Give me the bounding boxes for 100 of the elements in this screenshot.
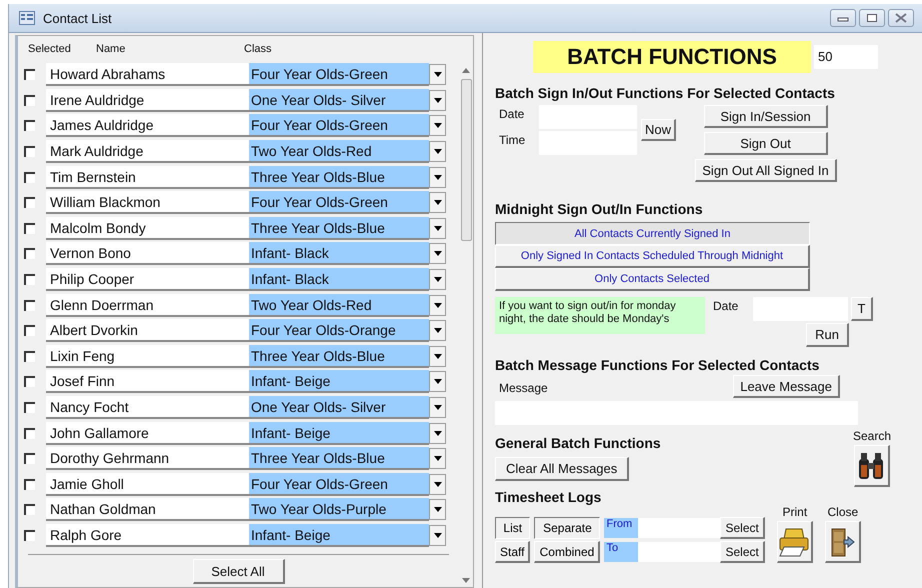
option-button[interactable]: Only Contacts Selected <box>495 268 810 291</box>
clear-messages-button[interactable]: Clear All Messages <box>495 457 630 481</box>
dropdown-button[interactable] <box>429 371 446 392</box>
class-dropdown[interactable]: Three Year Olds-Blue <box>249 216 429 240</box>
dropdown-button[interactable] <box>429 294 446 316</box>
now-button[interactable]: Now <box>641 119 676 141</box>
name-field[interactable]: Mark Auldridge <box>46 140 249 164</box>
checkbox[interactable] <box>24 300 35 311</box>
class-dropdown[interactable]: Two Year Olds-Purple <box>249 498 429 522</box>
dropdown-button[interactable] <box>429 90 446 111</box>
checkbox[interactable] <box>24 453 35 464</box>
toggle-button[interactable]: Staff <box>495 541 530 563</box>
dropdown-button[interactable] <box>429 115 446 136</box>
name-field[interactable]: Glenn Doerrman <box>46 294 249 317</box>
close-button[interactable] <box>888 9 914 27</box>
sign-out-button[interactable]: Sign Out <box>704 132 828 155</box>
dropdown-button[interactable] <box>429 243 446 264</box>
run-button[interactable]: Run <box>806 323 849 347</box>
checkbox[interactable] <box>24 197 35 208</box>
maximize-button[interactable] <box>859 9 885 27</box>
class-dropdown[interactable]: Infant- Beige <box>249 370 429 394</box>
dropdown-button[interactable] <box>429 397 446 418</box>
checkbox[interactable] <box>24 530 35 541</box>
toggle-button[interactable]: List <box>495 517 530 539</box>
select-all-button[interactable]: Select All <box>192 559 284 584</box>
checkbox[interactable] <box>24 146 35 158</box>
dropdown-button[interactable] <box>429 320 446 342</box>
name-field[interactable]: Albert Dvorkin <box>46 319 249 342</box>
name-field[interactable]: Dorothy Gehrmann <box>46 447 249 470</box>
leave-message-button[interactable]: Leave Message <box>733 375 840 398</box>
dropdown-button[interactable] <box>429 499 446 520</box>
scroll-thumb[interactable] <box>460 79 472 241</box>
checkbox[interactable] <box>24 350 35 362</box>
select-button[interactable]: Select <box>720 541 765 563</box>
name-field[interactable]: Nathan Goldman <box>46 498 249 522</box>
sign-in-button[interactable]: Sign In/Session <box>704 105 828 128</box>
dropdown-button[interactable] <box>429 474 446 495</box>
name-field[interactable]: Malcolm Bondy <box>46 216 249 240</box>
class-dropdown[interactable]: Three Year Olds-Blue <box>249 447 429 470</box>
name-field[interactable]: Irene Auldridge <box>46 88 249 112</box>
class-dropdown[interactable]: Three Year Olds-Blue <box>249 344 429 368</box>
sign-out-all-button[interactable]: Sign Out All Signed In <box>695 159 837 182</box>
name-field[interactable]: Lixin Feng <box>46 344 249 368</box>
class-dropdown[interactable]: Two Year Olds-Red <box>249 140 429 164</box>
dropdown-button[interactable] <box>429 524 446 546</box>
class-dropdown[interactable]: Four Year Olds-Green <box>249 191 429 214</box>
checkbox[interactable] <box>24 69 35 80</box>
today-button[interactable]: T <box>851 297 873 321</box>
from-field[interactable] <box>638 518 720 538</box>
checkbox[interactable] <box>24 504 35 516</box>
class-dropdown[interactable]: Two Year Olds-Red <box>249 294 429 317</box>
name-field[interactable]: Vernon Bono <box>46 242 249 266</box>
select-button[interactable]: Select <box>720 517 765 539</box>
toggle-button[interactable]: Separate <box>534 517 600 539</box>
checkbox[interactable] <box>24 402 35 414</box>
name-field[interactable]: Ralph Gore <box>46 524 249 547</box>
minimize-button[interactable] <box>830 9 856 27</box>
name-field[interactable]: Tim Bernstein <box>46 166 249 189</box>
dropdown-button[interactable] <box>429 218 446 239</box>
class-dropdown[interactable]: One Year Olds- Silver <box>249 88 429 112</box>
checkbox[interactable] <box>24 376 35 388</box>
dropdown-button[interactable] <box>429 269 446 290</box>
dropdown-button[interactable] <box>429 192 446 214</box>
name-field[interactable]: Jamie Gholl <box>46 472 249 496</box>
checkbox[interactable] <box>24 248 35 260</box>
checkbox[interactable] <box>24 478 35 490</box>
checkbox[interactable] <box>24 222 35 234</box>
scroll-up-icon[interactable] <box>462 68 470 73</box>
checkbox[interactable] <box>24 274 35 286</box>
to-field[interactable] <box>638 542 720 562</box>
toggle-button[interactable]: Combined <box>534 541 600 563</box>
name-field[interactable]: Howard Abrahams <box>46 63 249 86</box>
name-field[interactable]: William Blackmon <box>46 191 249 214</box>
option-button[interactable]: All Contacts Currently Signed In <box>495 222 810 245</box>
close-form-button[interactable] <box>824 521 861 563</box>
dropdown-button[interactable] <box>429 64 446 86</box>
name-field[interactable]: Nancy Focht <box>46 396 249 420</box>
search-button[interactable] <box>854 445 890 487</box>
checkbox[interactable] <box>24 325 35 336</box>
name-field[interactable]: Josef Finn <box>46 370 249 394</box>
class-dropdown[interactable]: One Year Olds- Silver <box>249 396 429 420</box>
name-field[interactable]: Philip Cooper <box>46 268 249 292</box>
dropdown-button[interactable] <box>429 346 446 367</box>
checkbox[interactable] <box>24 428 35 439</box>
class-dropdown[interactable]: Three Year Olds-Blue <box>249 166 429 189</box>
name-field[interactable]: John Gallamore <box>46 422 249 445</box>
scroll-down-icon[interactable] <box>462 578 470 583</box>
class-dropdown[interactable]: Four Year Olds-Orange <box>249 319 429 342</box>
class-dropdown[interactable]: Four Year Olds-Green <box>249 114 429 138</box>
dropdown-button[interactable] <box>429 422 446 444</box>
option-button[interactable]: Only Signed In Contacts Scheduled Through Midnight <box>495 245 810 268</box>
class-dropdown[interactable]: Infant- Black <box>249 268 429 292</box>
class-dropdown[interactable]: Four Year Olds-Green <box>249 63 429 86</box>
dropdown-button[interactable] <box>429 448 446 470</box>
print-button[interactable] <box>776 521 813 563</box>
checkbox[interactable] <box>24 120 35 132</box>
dropdown-button[interactable] <box>429 166 446 188</box>
checkbox[interactable] <box>24 172 35 183</box>
class-dropdown[interactable]: Four Year Olds-Green <box>249 472 429 496</box>
class-dropdown[interactable]: Infant- Beige <box>249 422 429 445</box>
